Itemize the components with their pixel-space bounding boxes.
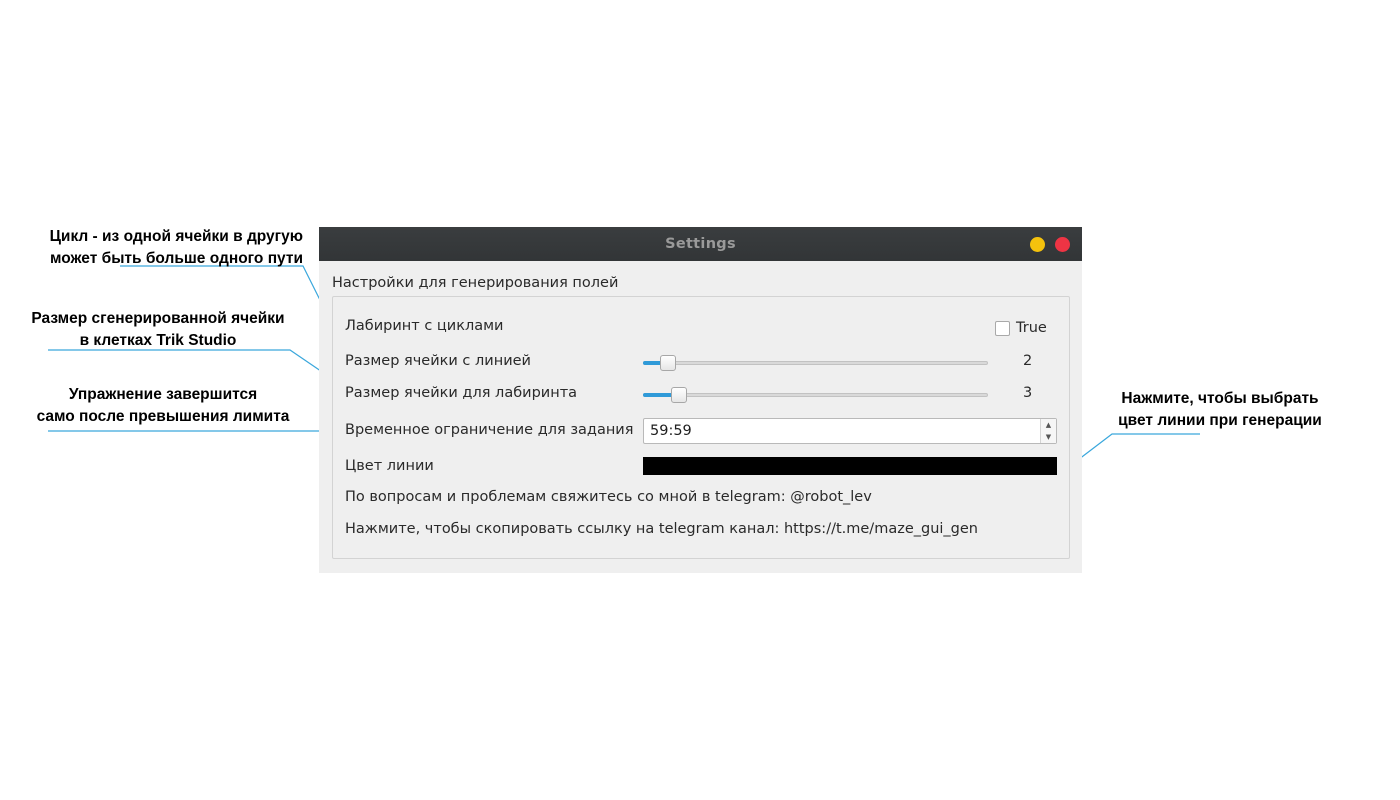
slider-handle[interactable] xyxy=(660,355,676,371)
slider-groove xyxy=(643,361,988,365)
annotation-time-limit: Упражнение завершится само после превыше… xyxy=(22,384,304,428)
line-color-label: Цвет линии xyxy=(345,458,434,474)
time-limit-spinbox[interactable]: 59:59 ▲ ▼ xyxy=(643,418,1057,444)
annotation-color-line2: цвет линии при генерации xyxy=(1118,412,1322,429)
settings-groupbox: Лабиринт с циклами True Размер ячейки с … xyxy=(332,296,1070,559)
settings-window: Settings Настройки для генерирования пол… xyxy=(319,227,1082,573)
maze-cycles-checkbox[interactable]: True xyxy=(995,319,1047,337)
annotation-cell-size: Размер сгенерированной ячейки в клетках … xyxy=(18,308,298,352)
maze-cell-size-value: 3 xyxy=(1023,385,1033,401)
close-button[interactable] xyxy=(1055,237,1070,252)
annotation-color: Нажмите, чтобы выбрать цвет линии при ге… xyxy=(1100,388,1340,432)
maze-cycles-checkbox-label[interactable]: True xyxy=(1016,320,1047,336)
time-limit-value[interactable]: 59:59 xyxy=(650,419,692,443)
spin-up-icon[interactable]: ▲ xyxy=(1041,419,1056,431)
window-title: Settings xyxy=(665,236,736,252)
time-limit-label: Временное ограничение для задания xyxy=(345,422,634,438)
line-cell-size-value: 2 xyxy=(1023,353,1033,369)
annotation-cycle-line2: может быть больше одного пути xyxy=(50,250,303,267)
maze-cycles-checkbox-box[interactable] xyxy=(995,320,1010,336)
annotation-time-limit-line1: Упражнение завершится xyxy=(68,386,258,403)
annotation-time-limit-line2: само после превышения лимита xyxy=(36,408,290,425)
maze-cell-size-slider[interactable] xyxy=(643,386,988,404)
annotated-screenshot: Цикл - из одной ячейки в другую может бы… xyxy=(0,0,1400,800)
maze-cycles-label: Лабиринт с циклами xyxy=(345,318,504,334)
minimize-button[interactable] xyxy=(1030,237,1045,252)
line-color-button[interactable] xyxy=(643,457,1057,475)
slider-groove xyxy=(643,393,988,397)
leader-line-cell-size xyxy=(48,349,335,381)
annotation-cell-size-line1: Размер сгенерированной ячейки xyxy=(31,310,285,327)
line-cell-size-label: Размер ячейки с линией xyxy=(345,353,531,369)
annotation-cycle: Цикл - из одной ячейки в другую может бы… xyxy=(50,226,303,270)
annotation-cycle-line1: Цикл - из одной ячейки в другую xyxy=(49,228,303,245)
spin-arrows: ▲ ▼ xyxy=(1040,419,1056,443)
copy-link-text[interactable]: Нажмите, чтобы скопировать ссылку на tel… xyxy=(345,521,978,537)
spin-down-icon[interactable]: ▼ xyxy=(1041,431,1056,443)
annotation-color-line1: Нажмите, чтобы выбрать xyxy=(1121,390,1319,407)
group-title: Настройки для генерирования полей xyxy=(332,275,619,291)
contact-text: По вопросам и проблемам свяжитесь со мно… xyxy=(345,489,872,505)
window-titlebar[interactable]: Settings xyxy=(319,227,1082,261)
leader-line-color xyxy=(1069,433,1200,467)
line-cell-size-slider[interactable] xyxy=(643,354,988,372)
maze-cell-size-label: Размер ячейки для лабиринта xyxy=(345,385,578,401)
annotation-cell-size-line2: в клетках Trik Studio xyxy=(79,332,237,349)
slider-handle[interactable] xyxy=(671,387,687,403)
